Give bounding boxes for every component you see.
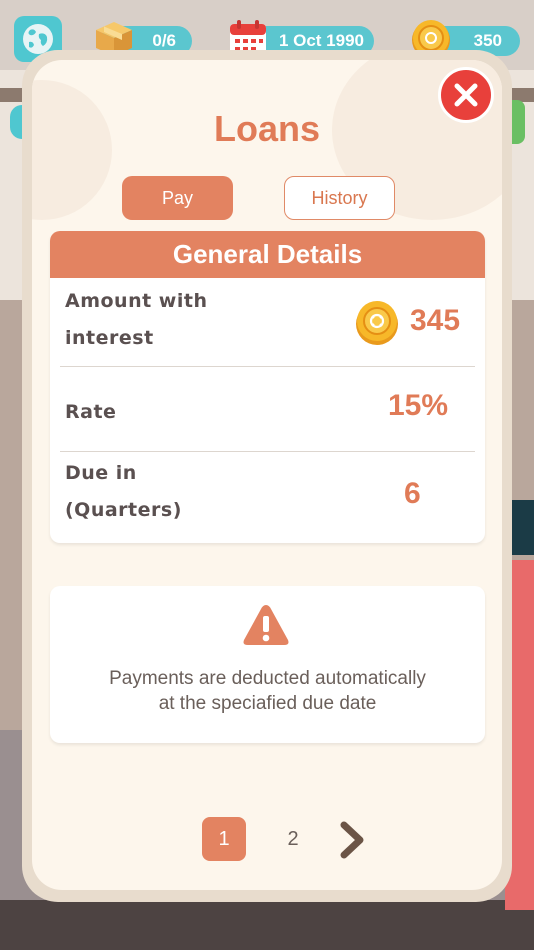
due-value: 6 [404,477,421,510]
date-text: 1 Oct 1990 [278,31,364,50]
detail-row-rate: Rate 15% [50,367,485,451]
detail-row-amount: Amount with interest 345 [50,278,485,366]
due-label-line1: Due in [65,462,137,484]
payment-notice: Payments are deducted automatically at t… [50,586,485,743]
rate-label: Rate [65,401,117,423]
due-label: Due in (Quarters) [65,455,182,529]
general-details-header: General Details [50,231,485,278]
amount-label-line1: Amount with [65,290,208,312]
amount-label-line2: interest [65,327,154,349]
background-sign [510,500,534,555]
tab-pay[interactable]: Pay [122,176,233,220]
notice-line1: Payments are deducted automatically [109,668,426,689]
coin-balance-text: 350 [473,31,502,50]
general-details-card: General Details Amount with interest 345… [50,231,485,543]
inventory-count-text: 0/6 [152,31,176,50]
panel-decoration [32,80,112,220]
rate-value: 15% [388,389,449,422]
page-2-button[interactable]: 2 [275,817,311,861]
warning-icon [243,605,289,645]
amount-label: Amount with interest [65,283,207,357]
detail-row-due: Due in (Quarters) 6 [50,452,485,543]
tab-history[interactable]: History [284,176,395,220]
amount-value: 345 [410,304,461,337]
background-floor-edge [0,900,534,950]
page-1-button[interactable]: 1 [202,817,246,861]
notice-line2: at the speciafied due date [158,693,377,714]
coin-icon [356,301,398,345]
close-icon [454,83,478,107]
modal-title: Loans [213,108,320,149]
chevron-right-icon[interactable] [336,820,368,860]
notice-text: Payments are deducted automatically at t… [50,666,485,716]
due-label-line2: (Quarters) [65,499,182,521]
